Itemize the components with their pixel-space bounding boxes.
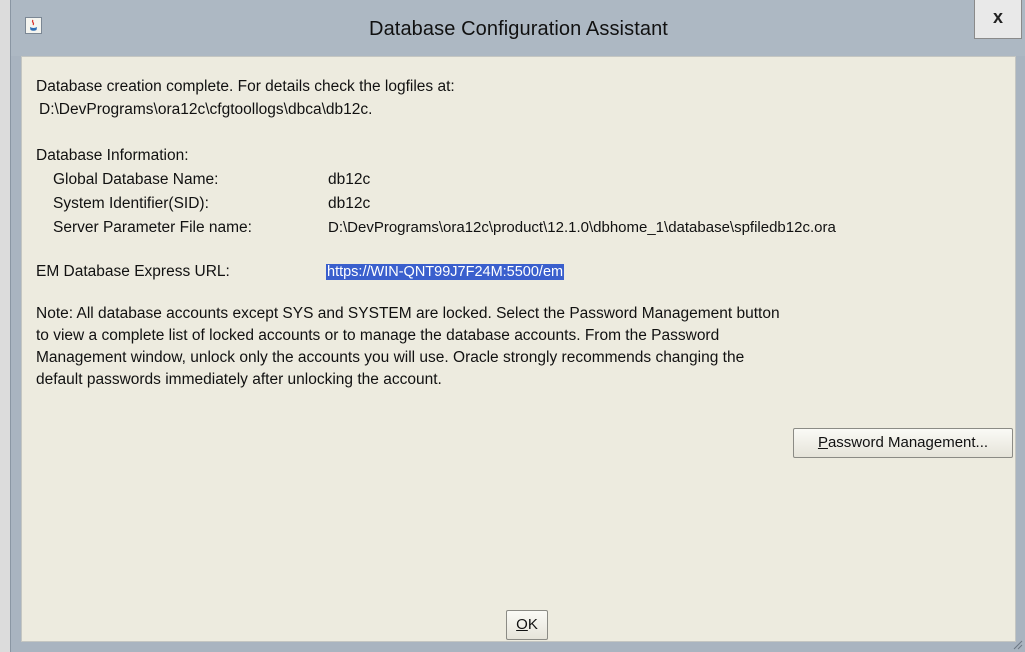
logfile-path: D:\DevPrograms\ora12c\cfgtoollogs\dbca\d… (39, 101, 373, 118)
note-line: Note: All database accounts except SYS a… (36, 305, 780, 322)
info-value-sid: db12c (328, 195, 371, 212)
window-title: Database Configuration Assistant (369, 18, 668, 40)
close-button[interactable]: x (974, 0, 1022, 39)
info-header: Database Information: (36, 147, 189, 164)
em-url-label: EM Database Express URL: (36, 263, 230, 280)
password-management-label: Password Management... (817, 434, 989, 451)
em-url-value[interactable]: https://WIN-QNT99J7F24M:5500/em (326, 262, 565, 282)
dialog-content: Database creation complete. For details … (21, 56, 1016, 642)
dialog-window: Database Configuration Assistant x Datab… (10, 0, 1025, 652)
info-value-global-db-name: db12c (328, 171, 371, 188)
completion-message: Database creation complete. For details … (36, 78, 455, 95)
note-line: default passwords immediately after unlo… (36, 371, 442, 388)
ok-label: OK (516, 616, 538, 633)
info-label-sid: System Identifier(SID): (53, 195, 209, 212)
info-label-spfile: Server Parameter File name: (53, 219, 252, 236)
note-line: to view a complete list of locked accoun… (36, 327, 720, 344)
resize-grip-icon[interactable] (1011, 638, 1023, 650)
close-icon: x (992, 7, 1003, 27)
password-management-button[interactable]: Password Management... (793, 428, 1013, 458)
info-label-global-db-name: Global Database Name: (53, 171, 219, 188)
ok-button[interactable]: OK (506, 610, 548, 640)
note-line: Management window, unlock only the accou… (36, 349, 745, 366)
locked-accounts-note: Note: All database accounts except SYS a… (36, 303, 1006, 391)
title-bar[interactable]: Database Configuration Assistant x (11, 0, 1025, 56)
info-value-spfile: D:\DevPrograms\ora12c\product\12.1.0\dbh… (328, 219, 836, 236)
em-url-selected-text[interactable]: https://WIN-QNT99J7F24M:5500/em (326, 264, 565, 280)
